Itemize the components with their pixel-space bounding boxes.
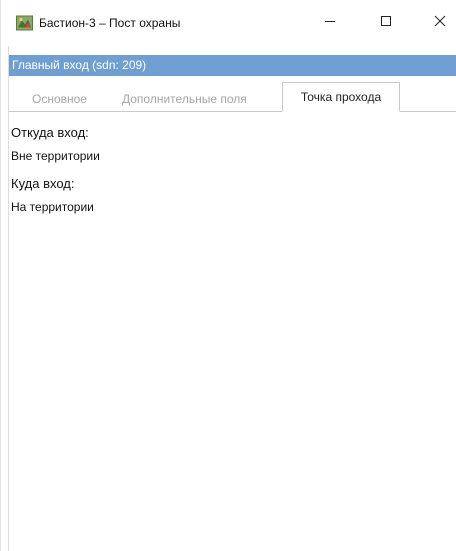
app-window: Бастион-3 – Пост охраны Главный вход (sd… <box>0 0 456 551</box>
minimize-icon <box>324 14 336 32</box>
close-button[interactable] <box>417 8 456 38</box>
maximize-button[interactable] <box>363 8 409 38</box>
window-title: Бастион-3 – Пост охраны <box>39 16 181 30</box>
from-label: Откуда вход: <box>11 125 89 140</box>
window-edge <box>8 46 9 551</box>
to-value: На территории <box>11 200 94 214</box>
tab-extra-fields[interactable]: Дополнительные поля <box>122 88 247 111</box>
to-label: Куда вход: <box>11 176 75 191</box>
tab-basic[interactable]: Основное <box>32 88 87 111</box>
tab-passage-point[interactable]: Точка прохода <box>282 82 400 112</box>
close-icon <box>434 14 446 32</box>
maximize-icon <box>380 14 392 32</box>
object-header: Главный вход (sdn: 209) <box>9 55 456 76</box>
tab-strip: Основное Дополнительные поля Точка прохо… <box>9 82 456 112</box>
title-bar[interactable]: Бастион-3 – Пост охраны <box>1 0 456 46</box>
from-value: Вне территории <box>11 149 100 163</box>
minimize-button[interactable] <box>307 8 353 38</box>
app-icon <box>16 15 33 31</box>
